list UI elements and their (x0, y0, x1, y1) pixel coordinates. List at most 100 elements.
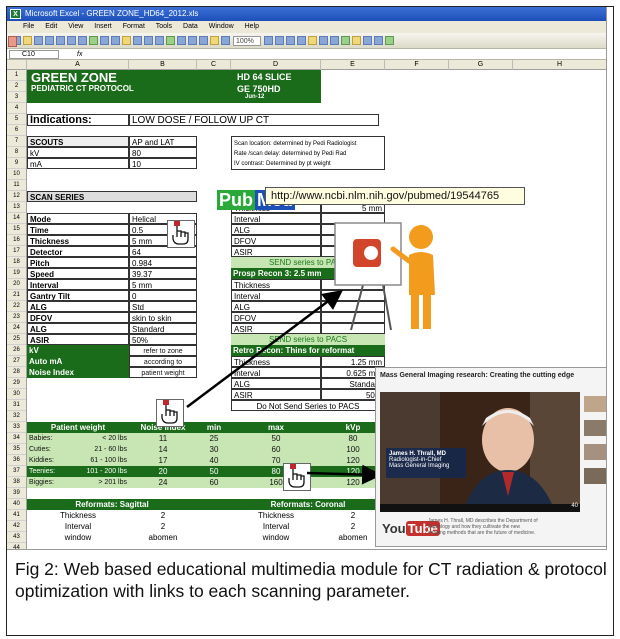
menu-insert[interactable]: Insert (94, 23, 112, 30)
row-header[interactable]: 20 (7, 279, 26, 290)
row-header[interactable]: 44 (7, 543, 26, 549)
column-header[interactable]: D (231, 60, 321, 70)
row-header[interactable]: 37 (7, 466, 26, 477)
chart-wizard-icon[interactable] (210, 36, 219, 45)
fill-color-icon[interactable] (351, 36, 361, 45)
kv-value[interactable]: 80 (129, 147, 197, 158)
row-header[interactable]: 15 (7, 224, 26, 235)
research-icon[interactable] (100, 36, 109, 45)
row-header[interactable]: 33 (7, 422, 26, 433)
row-header[interactable]: 16 (7, 235, 26, 246)
video-controls[interactable]: 40 (380, 503, 580, 512)
align-center-icon[interactable] (285, 36, 295, 45)
zoom-select[interactable]: 100% (232, 36, 261, 46)
column-header[interactable]: E (321, 60, 385, 70)
row-header[interactable]: 34 (7, 433, 26, 444)
row-header[interactable]: 21 (7, 290, 26, 301)
related-video-thumb[interactable] (584, 396, 606, 412)
drawing-icon[interactable] (221, 36, 230, 45)
related-video-thumb[interactable] (584, 420, 606, 436)
weight-min[interactable]: 25 (197, 433, 231, 444)
scouts-value[interactable]: AP and LAT (129, 136, 197, 147)
weight-min[interactable]: 40 (197, 455, 231, 466)
row-header[interactable]: 19 (7, 268, 26, 279)
zone-value[interactable]: according to (129, 356, 197, 367)
row-header[interactable]: 8 (7, 147, 26, 158)
row-header[interactable]: 18 (7, 257, 26, 268)
row-header[interactable]: 3 (7, 92, 26, 103)
align-right-icon[interactable] (296, 36, 306, 45)
row-header[interactable]: 6 (7, 125, 26, 136)
column-header[interactable]: H (513, 60, 606, 70)
row-header[interactable]: 17 (7, 246, 26, 257)
save-icon[interactable] (34, 36, 43, 45)
weight-noise-index[interactable]: 14 (129, 444, 197, 455)
name-box[interactable]: C10 (9, 50, 59, 59)
ma-value[interactable]: 10 (129, 158, 197, 169)
row-header[interactable]: 14 (7, 213, 26, 224)
hand-cursor-icon[interactable] (156, 399, 184, 427)
menu-data[interactable]: Data (183, 23, 198, 30)
row-header[interactable]: 7 (7, 136, 26, 147)
param-value[interactable]: 50% (129, 334, 197, 345)
row-header[interactable]: 9 (7, 158, 26, 169)
hand-cursor-icon[interactable] (167, 220, 195, 248)
row-header[interactable]: 1 (7, 70, 26, 81)
row-header[interactable]: 32 (7, 411, 26, 422)
reformat-sag-value[interactable]: 2 (129, 510, 197, 521)
help-icon[interactable] (263, 36, 273, 45)
menu-window[interactable]: Window (209, 23, 234, 30)
paste-icon[interactable] (122, 36, 131, 45)
menu-help[interactable]: Help (245, 23, 259, 30)
fx-icon[interactable]: fx (77, 49, 82, 60)
url-tooltip[interactable]: http://www.ncbi.nlm.nih.gov/pubmed/19544… (265, 187, 525, 205)
percent-icon[interactable] (329, 36, 339, 45)
spelling-icon[interactable] (89, 36, 98, 45)
row-header[interactable]: 39 (7, 488, 26, 499)
menu-format[interactable]: Format (123, 23, 145, 30)
video-player[interactable]: James H. Thrall, MD Radiologist-in-Chief… (380, 392, 580, 504)
font-color-icon[interactable] (8, 36, 17, 47)
row-header[interactable]: 41 (7, 510, 26, 521)
param-value[interactable]: 0.984 (129, 257, 197, 268)
comma-style-icon[interactable] (384, 36, 394, 45)
row-header[interactable]: 5 (7, 114, 26, 125)
row-header[interactable]: 35 (7, 444, 26, 455)
menu-edit[interactable]: Edit (45, 23, 57, 30)
autosum-icon[interactable] (177, 36, 186, 45)
row-header[interactable]: 13 (7, 202, 26, 213)
hand-cursor-icon[interactable] (283, 463, 311, 491)
menu-tools[interactable]: Tools (156, 23, 172, 30)
row-header[interactable]: 42 (7, 521, 26, 532)
menu-view[interactable]: View (68, 23, 83, 30)
recon-value[interactable]: 1.25 mm (321, 356, 385, 367)
row-header[interactable]: 36 (7, 455, 26, 466)
reformat-sag-value[interactable]: 2 (129, 521, 197, 532)
outdent-icon[interactable] (373, 36, 383, 45)
row-header[interactable]: 11 (7, 180, 26, 191)
zone-value[interactable]: refer to zone (129, 345, 197, 356)
column-header[interactable]: B (129, 60, 197, 70)
row-header[interactable]: 2 (7, 81, 26, 92)
param-value[interactable]: Standard (129, 323, 197, 334)
param-value[interactable]: Std (129, 301, 197, 312)
row-header[interactable]: 22 (7, 301, 26, 312)
format-painter-icon[interactable] (133, 36, 142, 45)
column-header[interactable]: C (197, 60, 231, 70)
merge-cells-icon[interactable] (307, 36, 317, 45)
row-header[interactable]: 38 (7, 477, 26, 488)
redo-icon[interactable] (155, 36, 164, 45)
select-all-corner[interactable] (7, 60, 27, 70)
row-header[interactable]: 43 (7, 532, 26, 543)
row-header[interactable]: 10 (7, 169, 26, 180)
row-header[interactable]: 24 (7, 323, 26, 334)
indications-value[interactable]: LOW DOSE / FOLLOW UP CT (129, 114, 379, 126)
borders-icon[interactable] (340, 36, 350, 45)
row-header[interactable]: 30 (7, 389, 26, 400)
weight-min[interactable]: 50 (197, 466, 231, 477)
weight-max[interactable]: 60 (231, 444, 321, 455)
row-header[interactable]: 28 (7, 367, 26, 378)
column-header[interactable]: F (385, 60, 449, 70)
print-icon[interactable] (67, 36, 76, 45)
indent-icon[interactable] (362, 36, 372, 45)
